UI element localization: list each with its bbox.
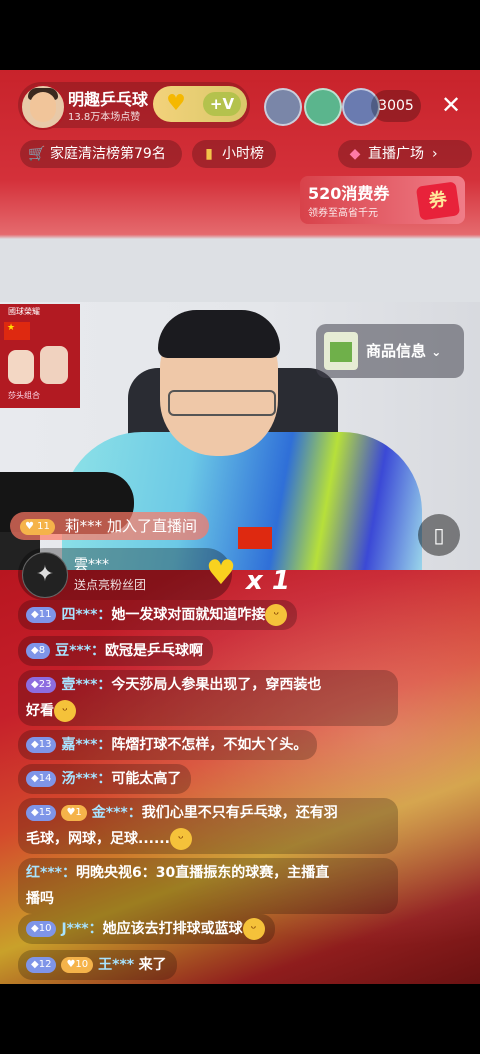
coupon-tag-icon: 券 (415, 181, 461, 221)
anchor-name[interactable]: 明趣乒乓球 (68, 86, 148, 110)
chat-message[interactable]: ◆14 汤***：可能太高了 (18, 764, 192, 794)
chat-message[interactable]: ◆23 壹***：今天莎局人参果出现了，穿西装也 好看 ᵕ (18, 670, 398, 726)
join-level-badge: ♥ 11 (20, 518, 55, 535)
rotate-screen-icon[interactable]: ▯ (418, 514, 460, 556)
chat-message[interactable]: ◆11 四***：她一发球对面就知道咋接 ᵕ (18, 600, 298, 630)
level-badge: ◆12 (26, 957, 57, 973)
goods-info-button[interactable]: 商品信息 ⌄ (316, 324, 464, 378)
chat-content-line2: 好看 (26, 703, 54, 719)
level-badge: ◆11 (26, 607, 57, 623)
heart-gift-icon: ♥ (205, 553, 237, 593)
chat-message[interactable]: ◆10 J***：她应该去打排球或蓝球 ᵕ (18, 914, 275, 944)
level-badge: ◆15 (26, 805, 57, 821)
live-room: 明趣乒乓球 13.8万本场点赞 ♥ +V 3005 ✕ 🛒 家庭清洁榜第79名 ▮… (0, 70, 480, 984)
level-badge: ◆14 (26, 771, 57, 787)
chat-content-line2: 毛球，网球，足球...... (26, 831, 170, 847)
chat-content: 明晚央视6：30直播振东的球赛，主播直 (75, 865, 330, 881)
flag-icon (238, 527, 272, 549)
grin-emoji-icon: ᵕ (54, 700, 76, 722)
level-badge: ◆23 (26, 677, 57, 693)
coupon-subtitle: 领券至高省千元 (308, 208, 378, 219)
chat-content: 今天莎局人参果出现了，穿西装也 (111, 677, 322, 693)
close-icon[interactable]: ✕ (438, 90, 464, 120)
level-badge: ◆10 (26, 921, 57, 937)
chat-user[interactable]: 豆***： (55, 643, 105, 659)
fans-gift-banner: ✦ 雲*** 送点亮粉丝团 ♥ (18, 548, 236, 600)
chevron-right-icon: › (432, 146, 438, 162)
hourly-rank-tag[interactable]: ▮ 小时榜 (192, 140, 276, 168)
gift-combo: x 1 (246, 566, 290, 596)
fan-badge: ♥1 (61, 805, 87, 821)
chat-content: 来了 (138, 957, 167, 973)
plaza-icon: ◆ (349, 146, 361, 162)
anchor-likes: 13.8万本场点赞 (68, 112, 141, 123)
grin-emoji-icon: ᵕ (169, 828, 192, 850)
fan-badge: ♥10 (61, 957, 94, 973)
chat-content: 阵熠打球不怎样，不如大丫头。 (111, 737, 308, 753)
chat-user[interactable]: 金***： (92, 805, 142, 821)
chat-message[interactable]: ◆15 ♥1 金***：我们心里不只有乒乓球，还有羽 毛球，网球，足球...... ᵕ (18, 798, 398, 854)
viewer-count[interactable]: 3005 (371, 90, 421, 122)
level-badge: ◆13 (26, 737, 57, 753)
goods-info-label: 商品信息 (366, 342, 427, 360)
join-text: 莉*** 加入了直播间 (64, 517, 197, 535)
product-thumbnail (324, 332, 358, 370)
chat-user[interactable]: J***： (61, 921, 102, 937)
chat-user[interactable]: 壹***： (61, 677, 111, 693)
fan-action: 送点亮粉丝团 (74, 578, 147, 592)
viewer-avatar-1[interactable] (264, 88, 302, 126)
fan-name: 雲*** (74, 557, 109, 573)
follow-badge-button[interactable]: ♥ +V (153, 86, 247, 122)
coupon-banner[interactable]: 520消费券 领券至高省千元 券 (300, 176, 465, 224)
chat-message[interactable]: ◆8 豆***：欧冠是乒乓球啊 (18, 636, 214, 666)
anchor-avatar[interactable] (20, 84, 66, 130)
join-notice: ♥ 11 莉*** 加入了直播间 (10, 512, 209, 540)
grin-emoji-icon: ᵕ (242, 918, 265, 940)
wall-poster: 國球榮耀 ★ 莎头组合 (0, 304, 80, 408)
glasses (168, 390, 276, 416)
chat-content-line2: 播吗 (26, 891, 54, 907)
hourly-rank-label: 小时榜 (222, 146, 264, 162)
chat-content: 欧冠是乒乓球啊 (105, 643, 204, 659)
chat-user[interactable]: 四***： (61, 607, 111, 623)
chat-content: 她一发球对面就知道咋接 (111, 607, 266, 623)
plus-v-icon: +V (203, 92, 241, 116)
live-plaza-button[interactable]: ◆ 直播广场 › (338, 140, 472, 168)
viewer-avatar-2[interactable] (304, 88, 342, 126)
chevron-down-icon: ⌄ (431, 345, 442, 359)
chat-message[interactable]: 红***：明晚央视6：30直播振东的球赛，主播直 播吗 (18, 858, 398, 914)
coupon-title: 520消费券 (308, 184, 390, 203)
bar-chart-icon: ▮ (205, 146, 213, 162)
chat-user[interactable]: 王*** (98, 957, 134, 973)
chat-message[interactable]: ◆12 ♥10 王*** 来了 (18, 950, 177, 980)
level-badge: ◆8 (26, 643, 51, 659)
rank-tag-label: 家庭清洁榜第79名 (50, 146, 166, 162)
streamer-hair (158, 310, 280, 358)
grin-emoji-icon: ᵕ (265, 604, 288, 626)
rank-tag[interactable]: 🛒 家庭清洁榜第79名 (20, 140, 182, 168)
chat-user[interactable]: 红***： (26, 865, 76, 881)
chat-content: 我们心里不只有乒乓球，还有羽 (141, 805, 338, 821)
chat-content: 她应该去打排球或蓝球 (102, 921, 243, 937)
chat-user[interactable]: 汤***： (61, 771, 111, 787)
fan-avatar[interactable]: ✦ (22, 552, 68, 598)
chat-message[interactable]: ◆13 嘉***：阵熠打球不怎样，不如大丫头。 (18, 730, 318, 760)
heart-icon: ♥ (166, 91, 186, 116)
cart-icon: 🛒 (28, 146, 46, 162)
chat-user[interactable]: 嘉***： (61, 737, 111, 753)
live-plaza-label: 直播广场 (368, 146, 424, 162)
chat-content: 可能太高了 (111, 771, 182, 787)
